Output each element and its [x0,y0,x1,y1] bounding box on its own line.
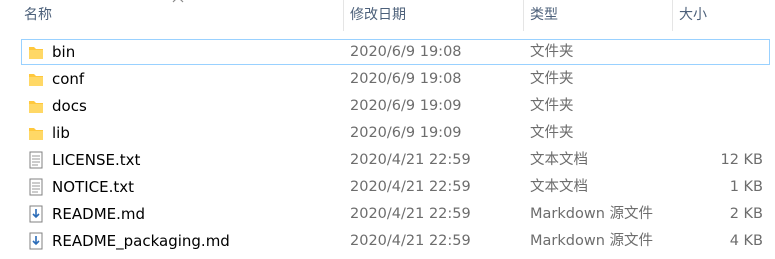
text-file-icon [29,151,43,169]
file-row[interactable]: docs 2020/6/9 19:09 文件夹 [21,93,770,119]
file-modified: 2020/4/21 22:59 [350,152,471,168]
file-type: 文件夹 [530,71,574,87]
file-modified: 2020/4/21 22:59 [350,206,471,222]
file-type: 文本文档 [530,179,588,195]
file-type: 文件夹 [530,125,574,141]
file-name: docs [52,97,87,115]
file-row[interactable]: README.md 2020/4/21 22:59 Markdown 源文件 2… [21,201,770,227]
file-modified: 2020/6/9 19:08 [350,44,462,60]
folder-icon [29,128,43,140]
column-header-name-label: 名称 [24,7,52,23]
file-row[interactable]: conf 2020/6/9 19:08 文件夹 [21,66,770,92]
file-modified: 2020/6/9 19:08 [350,71,462,87]
file-name: lib [52,124,70,142]
file-row[interactable]: README_packaging.md 2020/4/21 22:59 Mark… [21,228,770,254]
file-name: README.md [52,205,146,223]
file-modified: 2020/6/9 19:09 [350,98,462,114]
file-modified: 2020/4/21 22:59 [350,179,471,195]
column-header: 名称 修改日期 类型 大小 [0,0,775,31]
file-size: 4 KB [729,233,763,249]
file-size: 2 KB [729,206,763,222]
column-header-size-label: 大小 [679,7,707,23]
column-header-modified[interactable]: 修改日期 [344,0,524,31]
column-header-type[interactable]: 类型 [524,0,673,31]
file-type: Markdown 源文件 [530,233,653,249]
file-type: 文件夹 [530,98,574,114]
text-file-icon [29,178,43,196]
folder-icon [29,101,43,113]
file-name: bin [52,43,76,61]
file-name: conf [52,70,85,88]
file-row[interactable]: bin 2020/6/9 19:08 文件夹 [21,39,770,65]
file-name: LICENSE.txt [52,151,141,169]
file-type: Markdown 源文件 [530,206,653,222]
file-size: 1 KB [729,179,763,195]
folder-icon [29,47,43,59]
file-type: 文件夹 [530,44,574,60]
markdown-file-icon [29,205,43,223]
file-row[interactable]: LICENSE.txt 2020/4/21 22:59 文本文档 12 KB [21,147,770,173]
file-name: NOTICE.txt [52,178,134,196]
column-header-size[interactable]: 大小 [673,0,775,31]
file-row[interactable]: lib 2020/6/9 19:09 文件夹 [21,120,770,146]
markdown-file-icon [29,232,43,250]
file-modified: 2020/4/21 22:59 [350,233,471,249]
file-size: 12 KB [720,152,763,168]
column-header-type-label: 类型 [530,7,558,23]
folder-icon [29,74,43,86]
column-header-modified-label: 修改日期 [350,7,406,23]
file-row[interactable]: NOTICE.txt 2020/4/21 22:59 文本文档 1 KB [21,174,770,200]
file-name: README_packaging.md [52,232,230,250]
column-header-name[interactable]: 名称 [18,0,344,31]
file-modified: 2020/6/9 19:09 [350,125,462,141]
file-type: 文本文档 [530,152,588,168]
